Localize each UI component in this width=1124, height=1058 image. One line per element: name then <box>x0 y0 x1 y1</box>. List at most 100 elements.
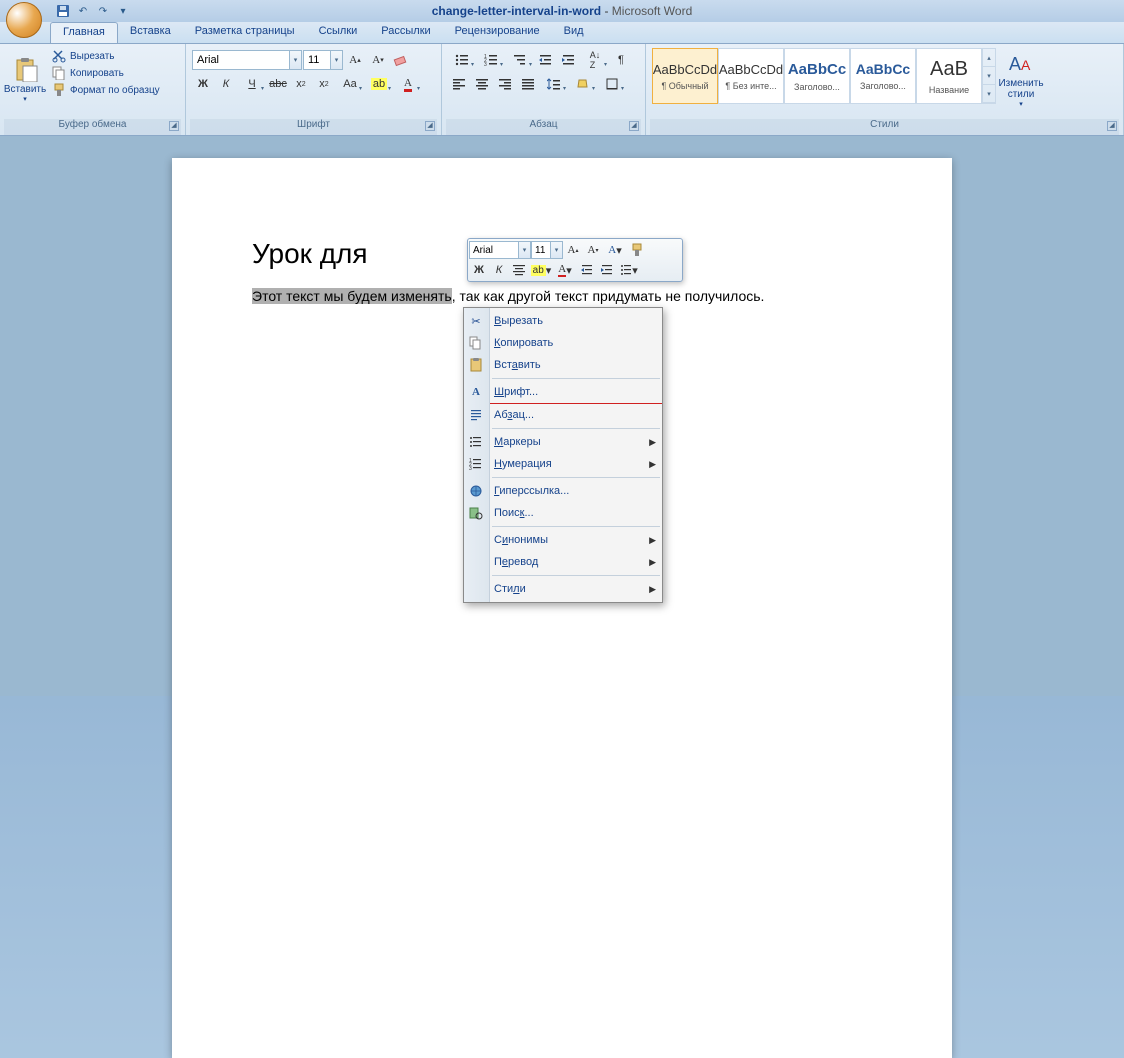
window-title: change-letter-interval-in-word - Microso… <box>432 4 693 18</box>
ribbon-tabs: Главная Вставка Разметка страницы Ссылки… <box>0 22 1124 44</box>
bold-button[interactable]: Ж <box>192 74 214 94</box>
mini-inc-indent[interactable] <box>597 260 617 280</box>
mini-size-combo[interactable]: 11▾ <box>531 241 563 259</box>
outdent-icon <box>581 264 593 276</box>
menu-paste[interactable]: Вставить <box>464 354 662 376</box>
mini-font-combo[interactable]: Arial▾ <box>469 241 531 259</box>
paste-button[interactable]: Вставить ▾ <box>4 46 46 114</box>
dialog-launcher-icon[interactable]: ◢ <box>169 121 179 131</box>
tab-view[interactable]: Вид <box>552 22 596 43</box>
clear-formatting-button[interactable] <box>390 50 412 70</box>
font-size-combo[interactable]: 11▾ <box>303 50 343 70</box>
menu-bullets[interactable]: Маркеры▶ <box>464 431 662 453</box>
styles-gallery[interactable]: AaBbCcDd¶ Обычный AaBbCcDd¶ Без инте... … <box>650 46 998 106</box>
gallery-scroll[interactable]: ▴▾▾ <box>982 48 996 104</box>
tab-home[interactable]: Главная <box>50 22 118 43</box>
numbering-icon: 123 <box>484 53 498 67</box>
strikethrough-button[interactable]: abc <box>267 74 289 94</box>
tab-mailings[interactable]: Рассылки <box>369 22 442 43</box>
scissors-icon: ✂ <box>468 313 484 329</box>
show-marks-button[interactable]: ¶ <box>610 50 632 70</box>
mini-font-color[interactable]: A▾ <box>553 260 577 280</box>
menu-cut[interactable]: ✂Вырезать <box>464 310 662 332</box>
globe-icon <box>468 483 484 499</box>
save-icon[interactable] <box>54 3 72 19</box>
style-heading1[interactable]: AaBbCcЗаголово... <box>784 48 850 104</box>
mini-format-painter[interactable] <box>627 240 647 260</box>
style-normal[interactable]: AaBbCcDd¶ Обычный <box>652 48 718 104</box>
office-button[interactable] <box>6 2 42 38</box>
qat-dropdown-icon[interactable]: ▾ <box>114 3 132 19</box>
mini-highlight[interactable]: ab▾ <box>529 260 553 280</box>
justify-icon <box>521 77 535 91</box>
mini-center[interactable] <box>509 260 529 280</box>
line-spacing-button[interactable] <box>540 74 568 94</box>
format-painter-button[interactable]: Формат по образцу <box>50 82 162 98</box>
mini-shrink-font[interactable]: A▾ <box>583 240 603 260</box>
mini-bullets[interactable]: ▾ <box>617 260 641 280</box>
decrease-indent-button[interactable] <box>535 50 557 70</box>
mini-grow-font[interactable]: A▴ <box>563 240 583 260</box>
mini-bold[interactable]: Ж <box>469 260 489 280</box>
context-menu: ✂Вырезать Копировать Вставить AШрифт... … <box>463 307 663 603</box>
borders-button[interactable] <box>598 74 626 94</box>
mini-italic[interactable]: К <box>489 260 509 280</box>
subscript-button[interactable]: x2 <box>290 74 312 94</box>
change-case-button[interactable]: Aa <box>336 74 364 94</box>
change-styles-button[interactable]: AA Изменить стили ▾ <box>1000 46 1042 114</box>
superscript-button[interactable]: x2 <box>313 74 335 94</box>
indent-icon <box>601 264 613 276</box>
menu-numbering[interactable]: 123Нумерация▶ <box>464 453 662 475</box>
highlight-button[interactable]: ab <box>365 74 393 94</box>
shading-button[interactable] <box>569 74 597 94</box>
italic-button[interactable]: К <box>215 74 237 94</box>
align-left-button[interactable] <box>448 74 470 94</box>
menu-paragraph[interactable]: Абзац... <box>464 404 662 426</box>
group-clipboard: Вставить ▾ Вырезать Копировать Формат по… <box>0 44 186 135</box>
menu-copy[interactable]: Копировать <box>464 332 662 354</box>
mini-dec-indent[interactable] <box>577 260 597 280</box>
menu-hyperlink[interactable]: Гиперссылка... <box>464 480 662 502</box>
page[interactable]: Урок дляu Этот текст мы будем изменять, … <box>172 158 952 1058</box>
grow-font-button[interactable]: A▴ <box>344 50 366 70</box>
multilevel-list-button[interactable] <box>506 50 534 70</box>
mini-styles[interactable]: A▾ <box>603 240 627 260</box>
borders-icon <box>605 77 619 91</box>
menu-styles[interactable]: Стили▶ <box>464 578 662 600</box>
tab-page-layout[interactable]: Разметка страницы <box>183 22 307 43</box>
group-paragraph: 123 A↓Z ¶ Абзац◢ <box>442 44 646 135</box>
font-name-combo[interactable]: Arial▾ <box>192 50 302 70</box>
underline-button[interactable]: Ч <box>238 74 266 94</box>
cut-button[interactable]: Вырезать <box>50 48 162 64</box>
style-heading2[interactable]: AaBbCcЗаголово... <box>850 48 916 104</box>
numbering-button[interactable]: 123 <box>477 50 505 70</box>
tab-insert[interactable]: Вставка <box>118 22 183 43</box>
justify-button[interactable] <box>517 74 539 94</box>
menu-synonyms[interactable]: Синонимы▶ <box>464 529 662 551</box>
dialog-launcher-icon[interactable]: ◢ <box>1107 121 1117 131</box>
svg-text:A: A <box>1021 57 1031 73</box>
sort-button[interactable]: A↓Z <box>581 50 609 70</box>
copy-button[interactable]: Копировать <box>50 65 162 81</box>
menu-lookup[interactable]: Поиск... <box>464 502 662 524</box>
shrink-font-button[interactable]: A▾ <box>367 50 389 70</box>
style-title[interactable]: АаВНазвание <box>916 48 982 104</box>
menu-translate[interactable]: Перевод▶ <box>464 551 662 573</box>
style-no-spacing[interactable]: AaBbCcDd¶ Без инте... <box>718 48 784 104</box>
tab-review[interactable]: Рецензирование <box>443 22 552 43</box>
align-center-button[interactable] <box>471 74 493 94</box>
tab-references[interactable]: Ссылки <box>307 22 370 43</box>
indent-icon <box>562 53 576 67</box>
eraser-icon <box>393 52 409 68</box>
increase-indent-button[interactable] <box>558 50 580 70</box>
group-styles: AaBbCcDd¶ Обычный AaBbCcDd¶ Без инте... … <box>646 44 1124 135</box>
undo-icon[interactable]: ↶ <box>74 3 92 19</box>
font-color-button[interactable]: A <box>394 74 422 94</box>
doc-paragraph: Этот текст мы будем изменять, так как др… <box>252 288 872 304</box>
redo-icon[interactable]: ↷ <box>94 3 112 19</box>
align-right-button[interactable] <box>494 74 516 94</box>
menu-font[interactable]: AШрифт... <box>464 381 662 403</box>
dialog-launcher-icon[interactable]: ◢ <box>425 121 435 131</box>
dialog-launcher-icon[interactable]: ◢ <box>629 121 639 131</box>
bullets-button[interactable] <box>448 50 476 70</box>
